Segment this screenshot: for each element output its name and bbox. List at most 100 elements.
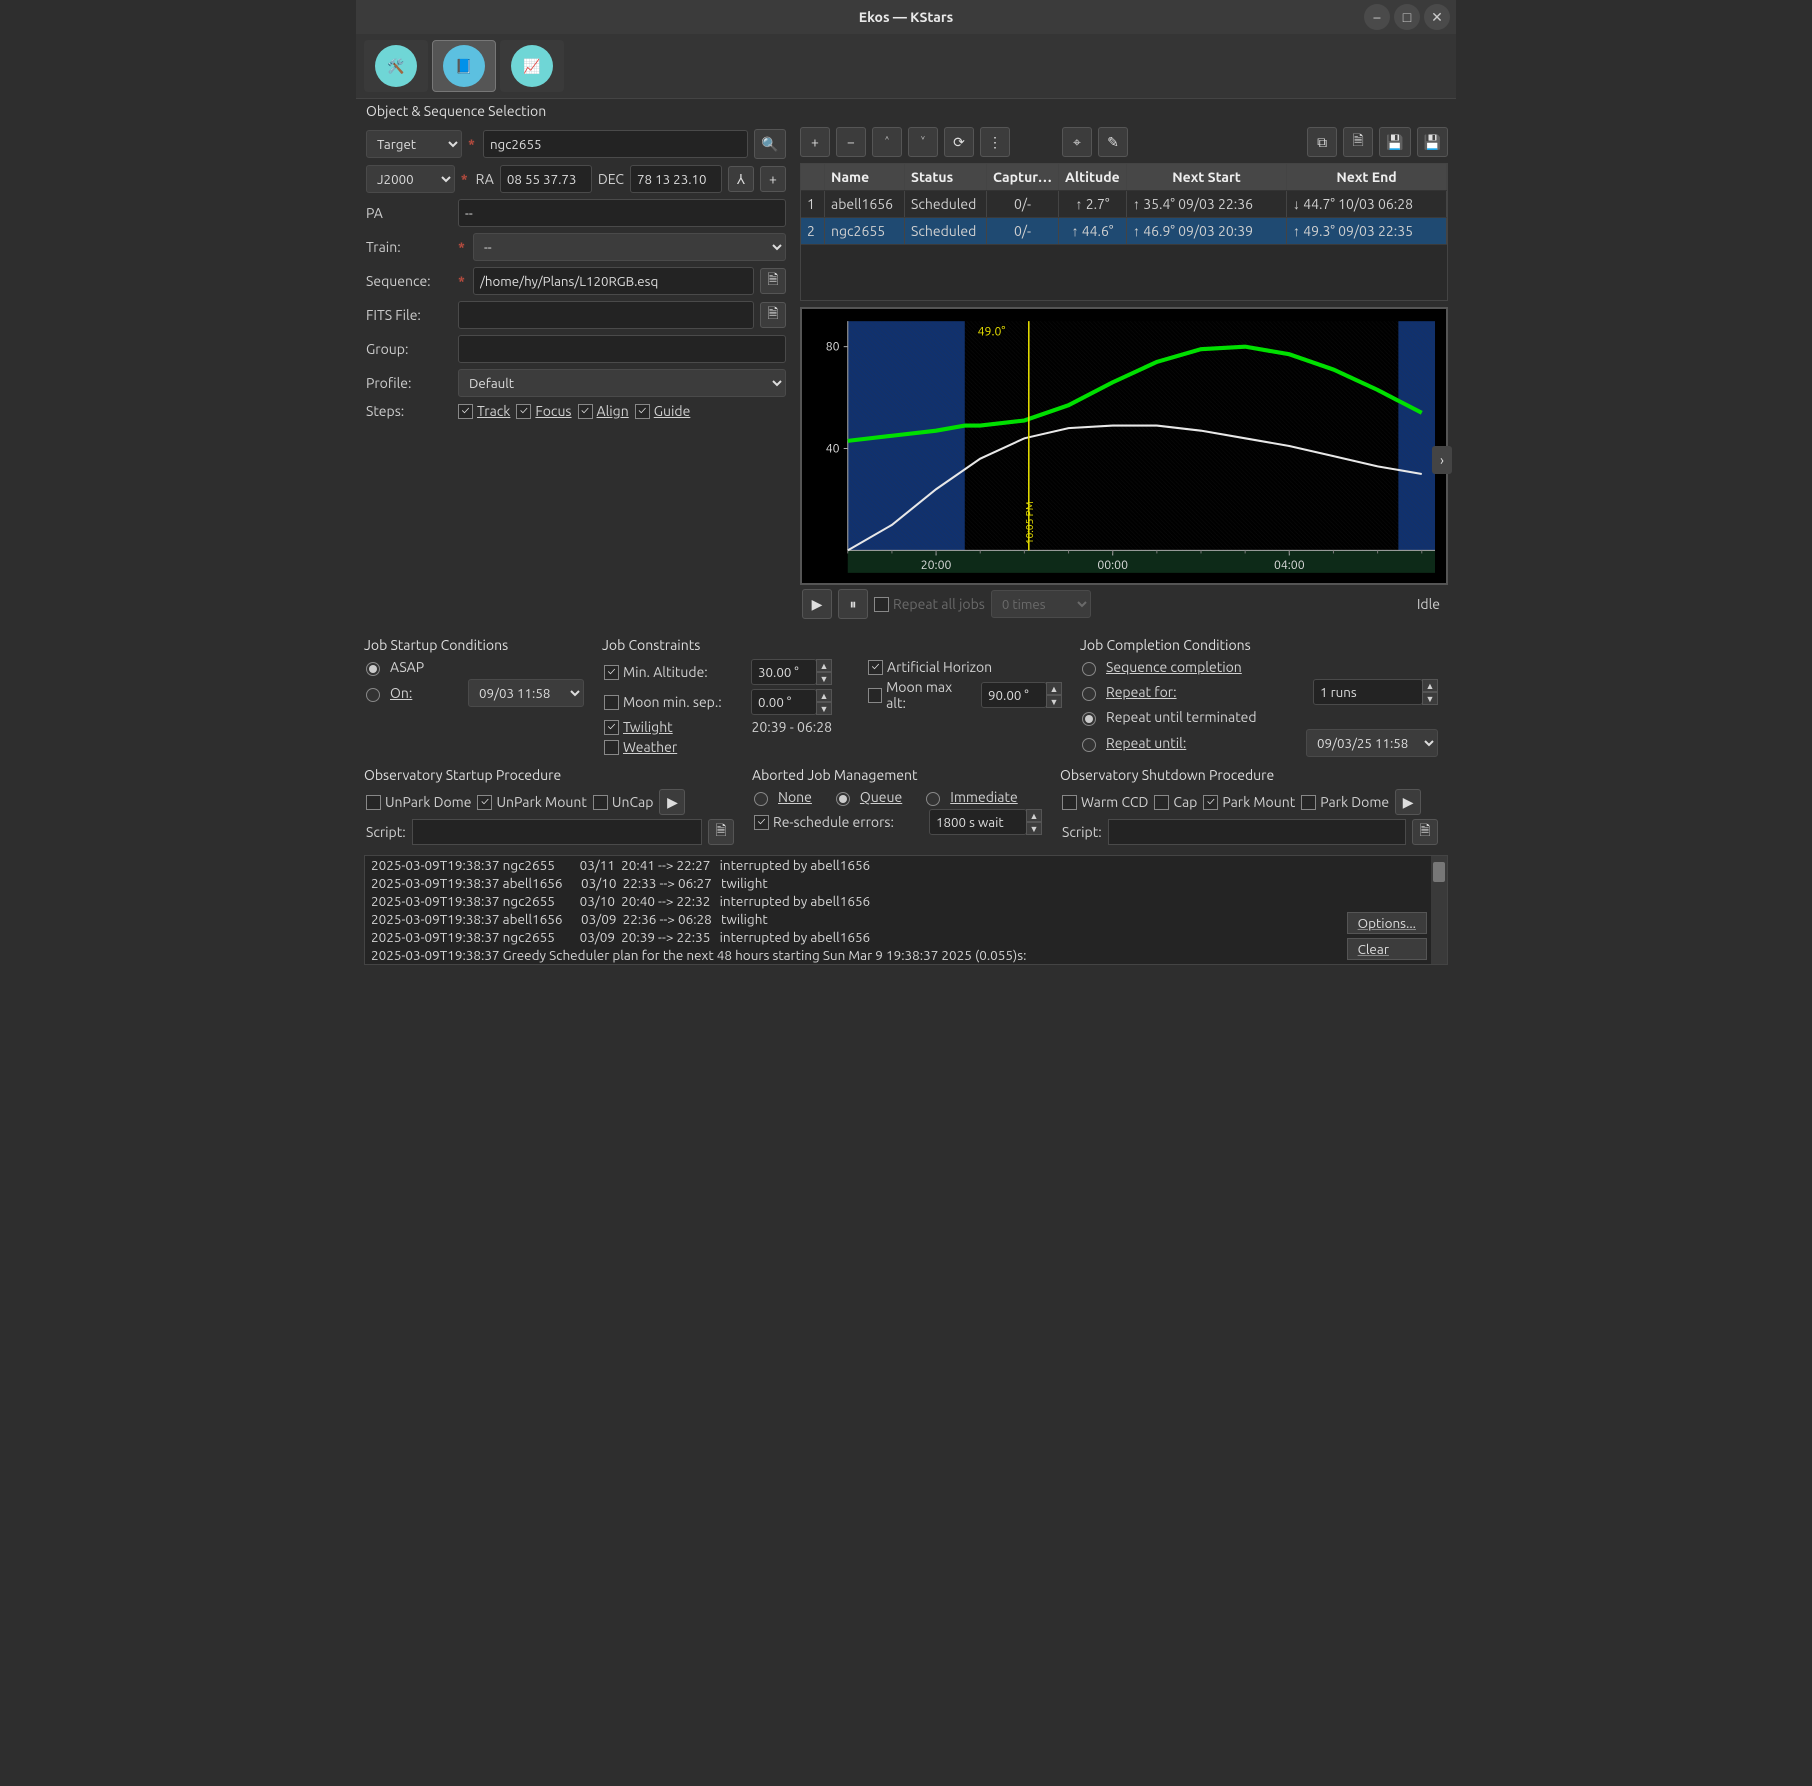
moon-max-checkbox[interactable]: Moon max alt:	[868, 679, 969, 711]
column-next-start[interactable]: Next Start	[1127, 164, 1287, 190]
repeat-until-datetime[interactable]: 09/03/25 11:58	[1306, 729, 1438, 757]
add-coord-button[interactable]: +	[760, 166, 786, 192]
min-alt-input[interactable]	[751, 659, 817, 685]
reschedule-wait-input[interactable]	[929, 809, 1027, 835]
startup-run-button[interactable]: ▶	[659, 789, 685, 815]
close-button[interactable]: ✕	[1424, 4, 1450, 30]
weather-checkbox[interactable]: Weather	[604, 739, 677, 755]
job-add-button[interactable]: +	[800, 127, 830, 157]
twilight-checkbox[interactable]: ✓Twilight	[604, 719, 673, 735]
log-scrollbar[interactable]	[1431, 856, 1447, 964]
chart-next-button[interactable]: ›	[1432, 446, 1452, 474]
spin-down[interactable]: ▼	[816, 672, 832, 685]
train-select[interactable]: --	[473, 233, 786, 261]
unpark-mount-checkbox[interactable]: ✓UnPark Mount	[477, 794, 586, 810]
shutdown-run-button[interactable]: ▶	[1395, 789, 1421, 815]
spin-up[interactable]: ▲	[816, 659, 832, 672]
target-name-input[interactable]	[483, 130, 748, 158]
tab-scheduler[interactable]: 📘	[432, 40, 496, 92]
step-guide-checkbox[interactable]: ✓Guide	[635, 403, 691, 419]
fits-input[interactable]	[458, 301, 754, 329]
startup-asap-radio[interactable]	[366, 662, 380, 676]
column-name[interactable]: Name	[825, 164, 905, 190]
reschedule-checkbox[interactable]: ✓Re-schedule errors:	[754, 814, 894, 830]
minimize-button[interactable]: –	[1364, 4, 1390, 30]
group-input[interactable]	[458, 335, 786, 363]
tab-tools[interactable]: 🛠️	[364, 40, 428, 92]
moon-sep-checkbox[interactable]: Moon min. sep.:	[604, 694, 722, 710]
moon-max-input[interactable]	[981, 682, 1047, 708]
job-saveas-button[interactable]: 💾	[1417, 127, 1448, 157]
spin-up[interactable]: ▲	[816, 689, 832, 702]
repeat-count-input[interactable]: 0 times	[991, 590, 1091, 618]
aborted-queue-radio[interactable]	[836, 792, 850, 806]
shutdown-script-input[interactable]	[1108, 819, 1406, 845]
repeat-until-term-radio[interactable]	[1082, 712, 1096, 726]
job-copy-button[interactable]: ⧉	[1307, 127, 1337, 157]
ra-input[interactable]	[500, 165, 592, 193]
table-row[interactable]: 2 ngc2655 Scheduled 0/- ↑ 44.6° ↑ 46.9° …	[801, 218, 1447, 245]
job-refresh-button[interactable]: ⟳	[944, 127, 974, 157]
epoch-select[interactable]: J2000	[366, 165, 455, 193]
uncap-checkbox[interactable]: UnCap	[593, 794, 654, 810]
step-focus-checkbox[interactable]: ✓Focus	[516, 403, 571, 419]
job-down-button[interactable]: ˅	[908, 127, 938, 157]
sequence-input[interactable]	[473, 267, 754, 295]
table-row[interactable]: 1 abell1656 Scheduled 0/- ↑ 2.7° ↑ 35.4°…	[801, 191, 1447, 218]
spin-up[interactable]: ▲	[1046, 682, 1062, 695]
startup-on-datetime[interactable]: 09/03 11:58	[468, 679, 584, 707]
column-altitude[interactable]: Altitude	[1059, 164, 1127, 190]
dec-input[interactable]	[630, 165, 722, 193]
profile-select[interactable]: Default	[458, 369, 786, 397]
job-edit-button[interactable]: ✎	[1098, 127, 1128, 157]
spin-down[interactable]: ▼	[816, 702, 832, 715]
aborted-none-radio[interactable]	[754, 792, 768, 806]
spin-down[interactable]: ▼	[1026, 822, 1042, 835]
spin-down[interactable]: ▼	[1422, 692, 1438, 705]
play-button[interactable]: ▶	[802, 589, 832, 619]
log-clear-button[interactable]: Clear	[1347, 938, 1427, 960]
goto-button[interactable]: ⅄	[728, 166, 754, 192]
spin-down[interactable]: ▼	[1046, 695, 1062, 708]
park-mount-checkbox[interactable]: ✓Park Mount	[1203, 794, 1295, 810]
column-captures[interactable]: Captures	[987, 164, 1059, 190]
altitude-chart[interactable]: 408020:0000:0004:0049.0°10:05 PM ›	[800, 307, 1448, 585]
repeat-all-checkbox[interactable]: Repeat all jobs	[874, 596, 985, 612]
repeat-until-radio[interactable]	[1082, 738, 1096, 752]
fits-browse-button[interactable]: 🗎	[760, 302, 786, 328]
sequence-browse-button[interactable]: 🗎	[760, 268, 786, 294]
pause-button[interactable]: ⏸	[838, 589, 868, 619]
repeat-for-radio[interactable]	[1082, 687, 1096, 701]
startup-script-input[interactable]	[412, 819, 702, 845]
startup-on-radio[interactable]	[366, 688, 380, 702]
horizon-checkbox[interactable]: ✓Artificial Horizon	[868, 659, 992, 675]
park-dome-checkbox[interactable]: Park Dome	[1301, 794, 1389, 810]
job-menu-button[interactable]: ⋮	[980, 127, 1010, 157]
repeat-for-input[interactable]	[1313, 679, 1423, 705]
aborted-immediate-radio[interactable]	[926, 792, 940, 806]
column-next-end[interactable]: Next End	[1287, 164, 1447, 190]
startup-script-browse[interactable]: 🗎	[708, 819, 734, 845]
job-save-button[interactable]: 💾	[1379, 127, 1410, 157]
job-export-button[interactable]: 🗎	[1343, 127, 1373, 157]
spin-up[interactable]: ▲	[1026, 809, 1042, 822]
job-up-button[interactable]: ˄	[872, 127, 902, 157]
step-track-checkbox[interactable]: ✓Track	[458, 403, 510, 419]
unpark-dome-checkbox[interactable]: UnPark Dome	[366, 794, 471, 810]
maximize-button[interactable]: □	[1394, 4, 1420, 30]
target-type-select[interactable]: Target	[366, 130, 462, 158]
pa-input[interactable]	[458, 199, 786, 227]
moon-sep-input[interactable]	[751, 689, 817, 715]
tab-analyze[interactable]: 📈	[500, 40, 564, 92]
log-options-button[interactable]: Options...	[1347, 912, 1427, 934]
seq-completion-radio[interactable]	[1082, 662, 1096, 676]
warm-ccd-checkbox[interactable]: Warm CCD	[1062, 794, 1148, 810]
shutdown-script-browse[interactable]: 🗎	[1412, 819, 1438, 845]
column-status[interactable]: Status	[905, 164, 987, 190]
search-target-button[interactable]: 🔍	[754, 129, 786, 159]
job-frame-button[interactable]: ⌖	[1062, 127, 1092, 157]
job-remove-button[interactable]: −	[836, 127, 866, 157]
min-alt-checkbox[interactable]: ✓Min. Altitude:	[604, 664, 708, 680]
spin-up[interactable]: ▲	[1422, 679, 1438, 692]
step-align-checkbox[interactable]: ✓Align	[578, 403, 629, 419]
